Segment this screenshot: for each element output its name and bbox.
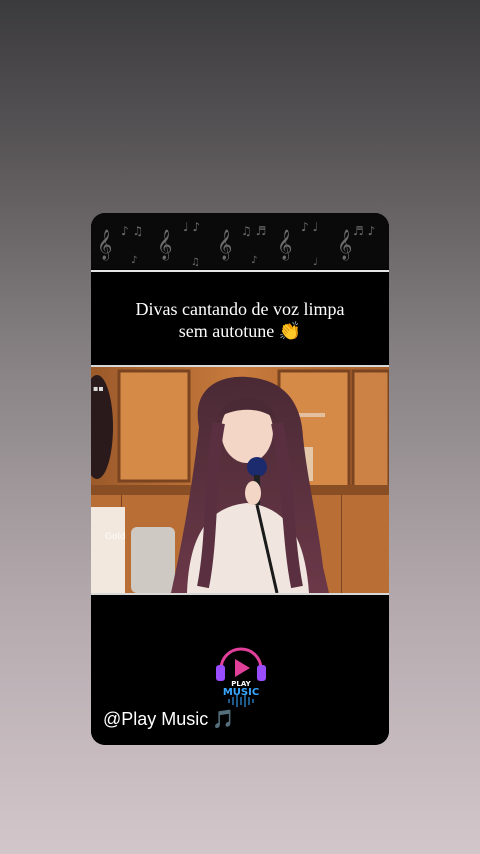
svg-text:𝄞: 𝄞 — [97, 229, 112, 261]
svg-text:♩ ♪: ♩ ♪ — [183, 220, 200, 234]
svg-text:Gold: Gold — [105, 532, 126, 542]
music-note-icon: 🎵 — [212, 709, 235, 729]
story-card[interactable]: 𝄞 𝄞 𝄞 𝄞 𝄞 ♪ ♫ ♩ ♪ ♫ ♬ ♪ ♩ ♬ ♪ ♪ ♫ ♪ ♩ Di… — [91, 213, 389, 745]
svg-text:𝄞: 𝄞 — [217, 229, 232, 261]
svg-text:𝄞: 𝄞 — [157, 229, 172, 261]
svg-text:♩: ♩ — [313, 257, 318, 268]
caption-line-1: Divas cantando de voz limpa — [135, 298, 345, 319]
video-player[interactable]: Gold ▪▪ — [91, 367, 389, 593]
svg-text:♫: ♫ — [191, 257, 200, 268]
svg-text:𝄞: 𝄞 — [337, 229, 352, 261]
svg-text:♪ ♩: ♪ ♩ — [301, 220, 318, 234]
channel-handle[interactable]: @Play Music 🎵 — [103, 709, 235, 730]
svg-text:▪▪: ▪▪ — [93, 384, 104, 393]
music-notes-banner: 𝄞 𝄞 𝄞 𝄞 𝄞 ♪ ♫ ♩ ♪ ♫ ♬ ♪ ♩ ♬ ♪ ♪ ♫ ♪ ♩ — [91, 213, 389, 269]
svg-text:♪: ♪ — [251, 255, 257, 266]
channel-handle-text: @Play Music — [103, 709, 209, 729]
play-music-logo-icon: PLAY MUSIC — [216, 647, 266, 707]
music-notes-icon: 𝄞 𝄞 𝄞 𝄞 𝄞 ♪ ♫ ♩ ♪ ♫ ♬ ♪ ♩ ♬ ♪ ♪ ♫ ♪ ♩ — [97, 220, 375, 268]
singer-icon: Gold ▪▪ — [91, 367, 389, 593]
svg-text:𝄞: 𝄞 — [277, 229, 292, 261]
svg-text:♫ ♬: ♫ ♬ — [241, 224, 266, 238]
svg-text:♬ ♪: ♬ ♪ — [353, 224, 375, 238]
svg-text:♪ ♫: ♪ ♫ — [121, 224, 143, 238]
caption-line-2: sem autotune 👏 — [178, 320, 302, 341]
footer-area: PLAY MUSIC @Play Music 🎵 — [91, 595, 389, 745]
svg-text:♪: ♪ — [131, 255, 137, 266]
logo-text-music: MUSIC — [223, 687, 259, 698]
caption: Divas cantando de voz limpa sem autotune… — [91, 272, 389, 367]
